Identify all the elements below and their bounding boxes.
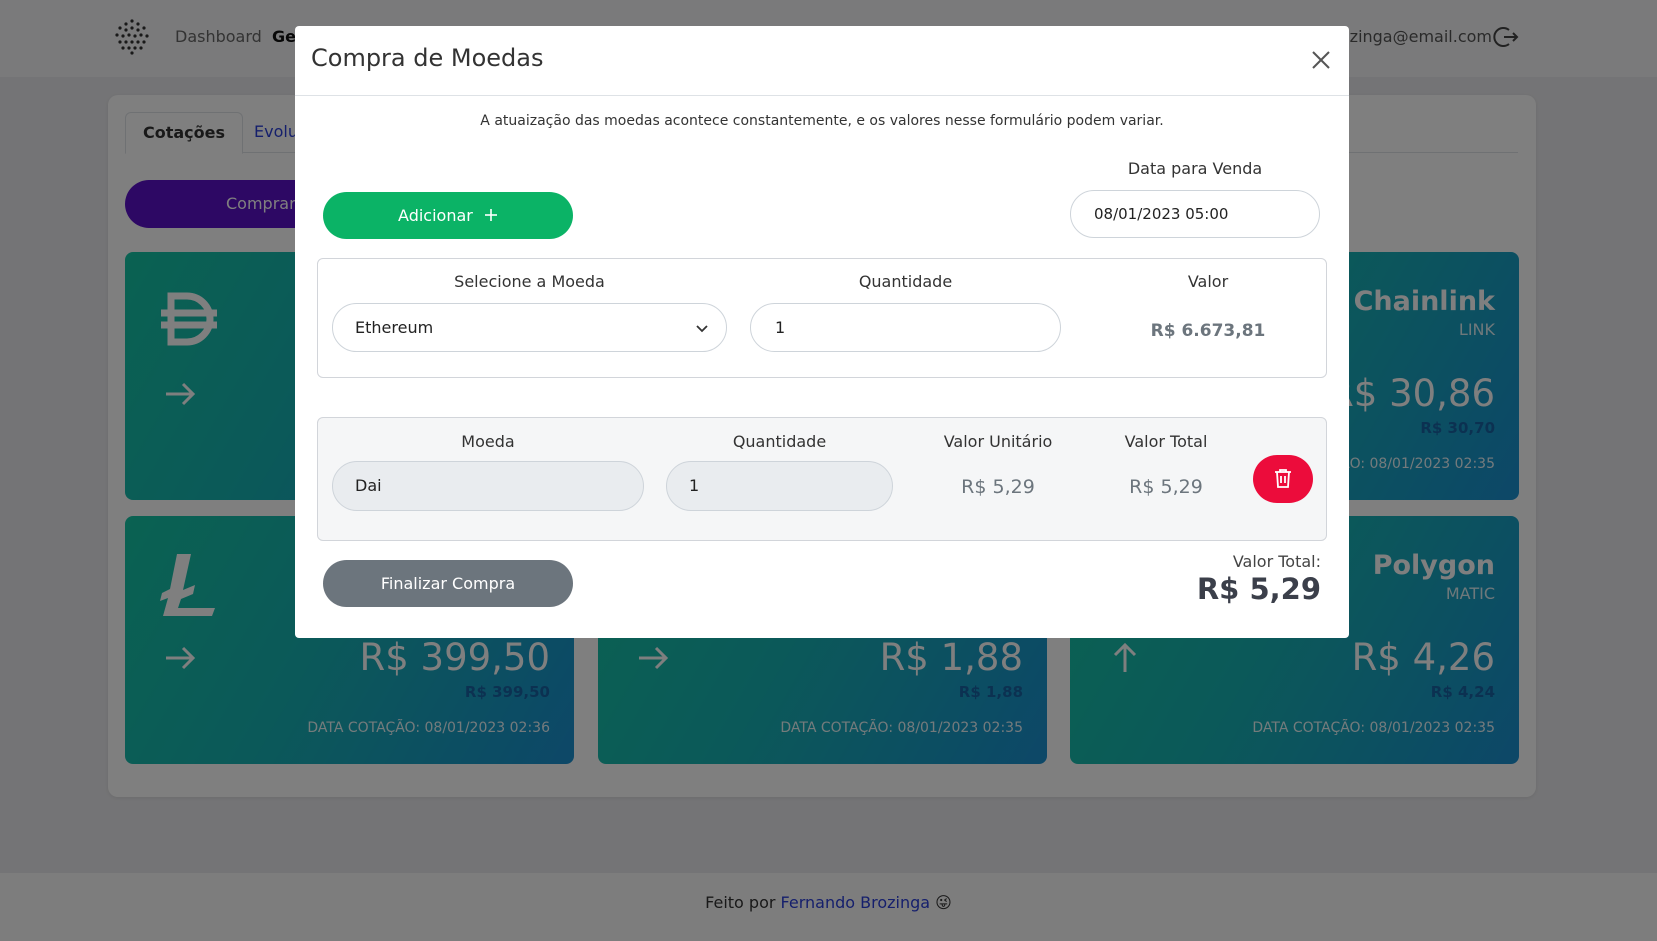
value-label: Valor: [1187, 272, 1229, 291]
select-coin-label: Selecione a Moeda: [454, 272, 605, 291]
modal-header: Compra de Moedas: [295, 26, 1349, 96]
add-button[interactable]: Adicionar: [323, 192, 573, 239]
quantity-label: Quantidade: [858, 272, 953, 291]
add-button-label: Adicionar: [398, 206, 473, 225]
update-notice: A atuaização das moedas acontece constan…: [480, 113, 1164, 129]
quantity-input[interactable]: 1: [750, 303, 1061, 352]
items-coin-label: Moeda: [461, 432, 515, 451]
purchase-items-box: Moeda Quantidade Valor Unitário Valor To…: [317, 417, 1327, 541]
modal-title: Compra de Moedas: [311, 44, 544, 72]
chevron-down-icon: [696, 325, 708, 333]
close-icon[interactable]: [1307, 46, 1335, 74]
coin-selection-box: Selecione a Moeda Quantidade Valor Ether…: [317, 258, 1327, 378]
coin-value: R$ 6.673,81: [1150, 321, 1266, 341]
finish-purchase-button[interactable]: Finalizar Compra: [323, 560, 573, 607]
sale-date-label: Data para Venda: [1127, 159, 1263, 178]
items-quantity-label: Quantidade: [732, 432, 827, 451]
grand-total-label: Valor Total:: [1232, 552, 1321, 571]
sale-date-input[interactable]: 08/01/2023 05:00: [1070, 190, 1320, 238]
coin-select[interactable]: Ethereum: [332, 303, 727, 352]
plus-icon: [484, 209, 497, 221]
grand-total-value: R$ 5,29: [1196, 572, 1321, 606]
coin-select-value: Ethereum: [355, 318, 434, 337]
item-total-value: R$ 5,29: [1129, 476, 1203, 498]
buy-coins-modal: Compra de Moedas A atuaização das moedas…: [295, 26, 1349, 638]
delete-item-button[interactable]: [1253, 455, 1313, 503]
trash-icon: [1275, 469, 1291, 488]
item-quantity-field: 1: [666, 461, 893, 511]
item-coin-field: Dai: [332, 461, 644, 511]
items-total-value-label: Valor Total: [1124, 432, 1208, 451]
